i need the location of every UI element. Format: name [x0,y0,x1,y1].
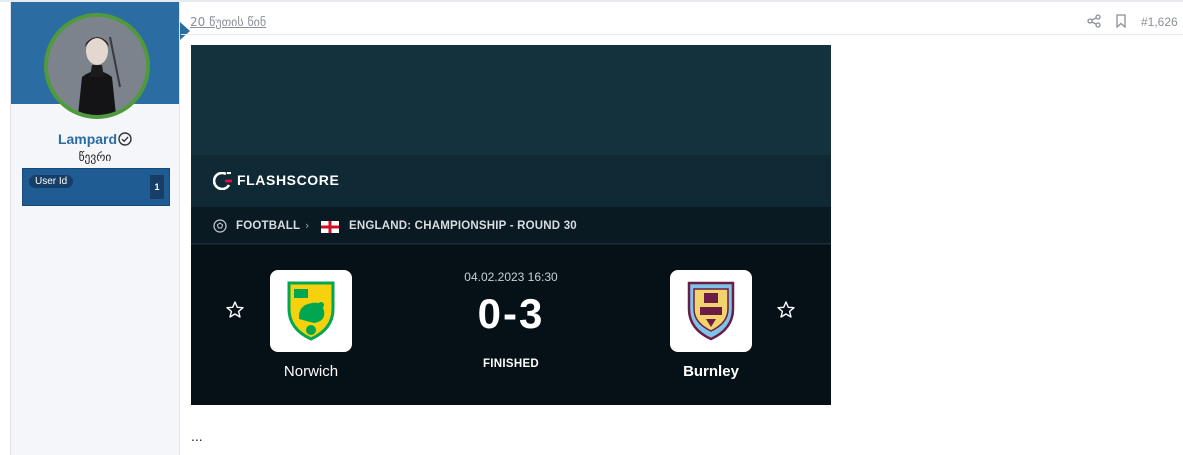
avatar-image [48,17,146,115]
ball-icon [213,219,227,233]
username-row: Lampard [11,129,179,148]
chevron-right-icon: › [305,219,310,232]
brand-bar: FLASHSCORE [191,155,831,207]
match-scoreboard: Norwich 04.02.2023 16:30 0-3 FINISHED Bu… [191,245,831,405]
share-icon[interactable] [1087,14,1101,28]
away-team-name[interactable]: Burnley [641,363,781,380]
burnley-crest-icon [687,281,735,341]
flashscore-logo-icon [213,172,232,190]
post-trailing-text: ... [191,428,203,444]
breadcrumb-league-link[interactable]: ENGLAND: CHAMPIONSHIP - ROUND 30 [349,220,577,232]
home-team-name[interactable]: Norwich [241,363,381,380]
post-number-link[interactable]: #1,626 [1141,15,1178,29]
match-status: FINISHED [482,358,540,370]
match-datetime: 04.02.2023 16:30 [464,270,558,284]
breadcrumb-sport-link[interactable]: FOOTBALL [236,220,300,232]
match-embed-card[interactable]: FLASHSCORE FOOTBALL › ENGLAND: CHAMPIONS… [191,45,831,405]
user-id-label: User Id [29,175,74,188]
user-id-value: 1 [150,175,164,199]
bookmark-icon[interactable] [1115,14,1127,28]
post-date-link[interactable]: 20 წუთის წინ [190,15,266,29]
match-score: 0-3 [477,290,545,337]
norwich-crest-icon [287,281,335,341]
verified-icon [118,132,132,146]
england-flag-icon [321,221,339,233]
user-title: წევრი [78,150,112,164]
forum-post: Lampard წევრი User Id 1 20 წუთის წინ #1,… [0,0,1183,455]
embed-header-space [191,45,831,155]
brand-name: FLASHSCORE [237,172,340,188]
post-header: 20 წუთის წინ #1,626 [181,2,1183,35]
avatar[interactable] [44,13,150,119]
breadcrumb: FOOTBALL › ENGLAND: CHAMPIONSHIP - ROUND… [191,207,831,244]
away-team-logo[interactable] [670,270,752,352]
favorite-away-star-icon[interactable] [776,300,796,320]
username-link[interactable]: Lampard [58,131,117,147]
user-sidebar: Lampard წევრი User Id 1 [10,2,180,455]
home-team-logo[interactable] [270,270,352,352]
user-id-box: User Id 1 [22,168,170,206]
favorite-home-star-icon[interactable] [225,300,245,320]
